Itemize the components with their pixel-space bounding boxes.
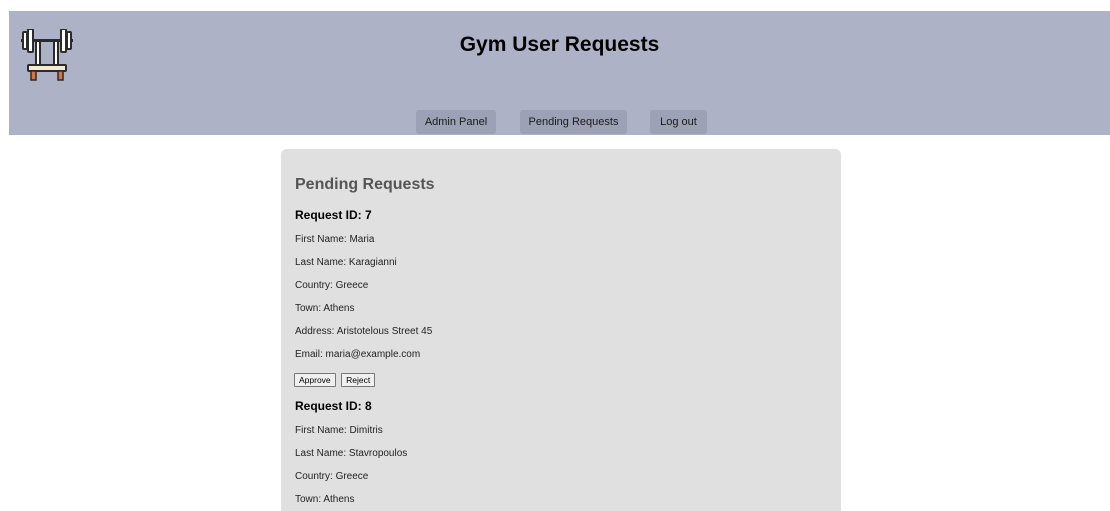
section-title: Pending Requests	[295, 176, 435, 193]
request-actions: Approve Reject	[294, 373, 376, 387]
approve-button[interactable]: Approve	[294, 373, 336, 387]
log-out-button[interactable]: Log out	[650, 110, 707, 134]
request-id-heading: Request ID: 7	[295, 208, 372, 222]
pending-requests-card: Pending Requests Request ID: 7 First Nam…	[281, 149, 841, 511]
request-last-name: Last Name: Karagianni	[295, 257, 397, 268]
request-country: Country: Greece	[295, 471, 369, 482]
request-first-name: First Name: Maria	[295, 234, 375, 245]
reject-button[interactable]: Reject	[341, 373, 376, 387]
request-id-heading: Request ID: 8	[295, 399, 372, 413]
request-email: Email: maria@example.com	[295, 349, 421, 360]
page-title: Gym User Requests	[459, 33, 660, 56]
request-address: Address: Aristotelous Street 45	[295, 326, 433, 337]
pending-requests-button[interactable]: Pending Requests	[520, 110, 627, 134]
admin-panel-button[interactable]: Admin Panel	[416, 110, 496, 134]
request-country: Country: Greece	[295, 280, 369, 291]
request-town: Town: Athens	[295, 303, 355, 314]
nav-bar: Admin Panel Pending Requests Log out	[9, 110, 1110, 134]
request-town: Town: Athens	[295, 494, 355, 505]
page: Gym User Requests Admin Panel Pending Re…	[0, 0, 1110, 511]
request-first-name: First Name: Dimitris	[295, 425, 383, 436]
request-last-name: Last Name: Stavropoulos	[295, 448, 408, 459]
header: Gym User Requests Admin Panel Pending Re…	[9, 11, 1110, 135]
